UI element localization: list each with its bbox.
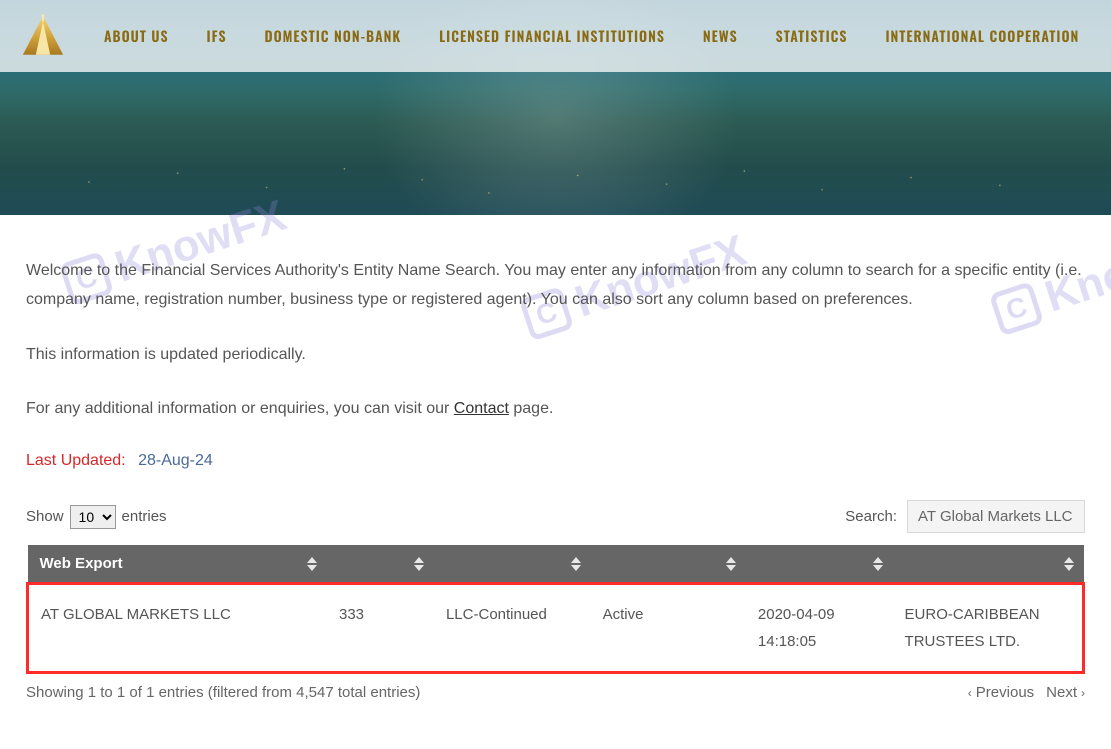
last-updated-date: 28-Aug-24 — [138, 452, 213, 469]
chevron-left-icon: ‹ — [968, 686, 972, 700]
nav-domestic[interactable]: DOMESTIC NON-BANK — [265, 26, 402, 47]
th-col-2[interactable] — [327, 545, 434, 584]
navbar: ABOUT US IFS DOMESTIC NON-BANK LICENSED … — [0, 0, 1111, 72]
logo-icon[interactable] — [20, 13, 66, 59]
show-prefix: Show — [26, 508, 64, 525]
sort-icon — [414, 557, 424, 571]
intro-p3: For any additional information or enquir… — [26, 395, 1085, 424]
table-row: AT GLOBAL MARKETS LLC 333 LLC-Continued … — [28, 584, 1084, 673]
hero-banner: ABOUT US IFS DOMESTIC NON-BANK LICENSED … — [0, 0, 1111, 215]
cell-date: 2020-04-09 14:18:05 — [746, 584, 893, 673]
contact-link[interactable]: Contact — [454, 400, 509, 417]
nav-licensed[interactable]: LICENSED FINANCIAL INSTITUTIONS — [439, 26, 665, 47]
sort-icon — [1064, 557, 1074, 571]
cell-status: Active — [591, 584, 746, 673]
previous-button[interactable]: ‹ Previous — [968, 684, 1034, 701]
sort-icon — [571, 557, 581, 571]
th-col-5[interactable] — [746, 545, 893, 584]
sort-icon — [873, 557, 883, 571]
cell-regno: 333 — [327, 584, 434, 673]
intro-p1: Welcome to the Financial Services Author… — [26, 257, 1085, 315]
sort-icon — [307, 557, 317, 571]
nav-news[interactable]: NEWS — [703, 26, 738, 47]
results-table: Web Export AT GLOBAL MARKETS LLC 333 LLC… — [26, 545, 1085, 674]
th-col-4[interactable] — [591, 545, 746, 584]
th-web-export[interactable]: Web Export — [28, 545, 328, 584]
nav-links: ABOUT US IFS DOMESTIC NON-BANK LICENSED … — [104, 26, 1111, 47]
table-header-row: Web Export — [28, 545, 1084, 584]
search-label: Search: — [845, 508, 897, 525]
search-input[interactable] — [907, 500, 1085, 533]
main-content: Welcome to the Financial Services Author… — [0, 215, 1111, 711]
show-entries: Show 10 entries — [26, 505, 167, 529]
nav-statistics[interactable]: STATISTICS — [776, 26, 848, 47]
next-button[interactable]: Next › — [1046, 684, 1085, 701]
showing-info: Showing 1 to 1 of 1 entries (filtered fr… — [26, 684, 420, 701]
intro-text: Welcome to the Financial Services Author… — [26, 257, 1085, 424]
table-controls: Show 10 entries Search: — [26, 500, 1085, 533]
last-updated-label: Last Updated: — [26, 452, 126, 469]
nav-intl-coop[interactable]: INTERNATIONAL COOPERATION — [885, 26, 1079, 47]
entries-select[interactable]: 10 — [70, 505, 116, 529]
nav-about-us[interactable]: ABOUT US — [104, 26, 169, 47]
cell-type: LLC-Continued — [434, 584, 591, 673]
cell-agent: EURO-CARIBBEAN TRUSTEES LTD. — [893, 584, 1084, 673]
th-col-6[interactable] — [893, 545, 1084, 584]
pagination: ‹ Previous Next › — [968, 684, 1085, 701]
table-footer: Showing 1 to 1 of 1 entries (filtered fr… — [26, 684, 1085, 701]
search-box: Search: — [845, 500, 1085, 533]
cell-name: AT GLOBAL MARKETS LLC — [28, 584, 328, 673]
last-updated: Last Updated: 28-Aug-24 — [26, 452, 1085, 470]
show-suffix: entries — [122, 508, 167, 525]
chevron-right-icon: › — [1081, 686, 1085, 700]
th-col-3[interactable] — [434, 545, 591, 584]
sort-icon — [726, 557, 736, 571]
intro-p2: This information is updated periodically… — [26, 341, 1085, 370]
nav-ifs[interactable]: IFS — [207, 26, 227, 47]
